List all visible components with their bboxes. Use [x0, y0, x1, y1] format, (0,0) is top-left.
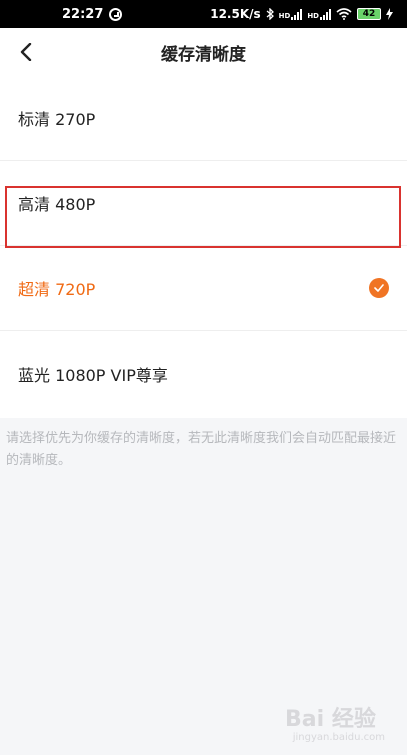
hd-label-2: HD	[307, 11, 319, 20]
watermark-sub: jingyan.baidu.com	[292, 732, 385, 743]
option-720p[interactable]: 超清 720P	[0, 246, 407, 331]
option-label: 标清 270P	[18, 110, 96, 129]
status-time: 22:27	[62, 6, 104, 22]
option-480p[interactable]: 高清 480P	[0, 161, 407, 246]
hint-text: 请选择优先为你缓存的清晰度，若无此清晰度我们会自动匹配最接近的清晰度。	[6, 431, 397, 468]
status-right: 12.5K/s HD HD 42	[210, 7, 393, 21]
option-1080p[interactable]: 蓝光 1080P VIP尊享	[0, 331, 407, 416]
bluetooth-icon	[266, 8, 274, 20]
back-button[interactable]	[6, 28, 46, 76]
option-label: 高清 480P	[18, 195, 96, 214]
status-left: 22:27	[62, 6, 123, 22]
signal-icon: HD	[278, 8, 303, 20]
check-icon	[369, 278, 389, 298]
option-label: 蓝光 1080P VIP尊享	[18, 365, 168, 385]
chevron-left-icon	[20, 43, 32, 61]
signal-icon-2: HD	[307, 8, 331, 20]
watermark-text: Bai 经验	[285, 707, 376, 732]
wifi-icon	[336, 8, 352, 20]
charging-icon	[386, 8, 393, 20]
battery-icon: 42	[357, 8, 381, 20]
option-label: 超清 720P	[18, 280, 96, 299]
watermark-logo: Bai 经验 jingyan.baidu.com	[285, 699, 385, 743]
header: 缓存清晰度	[0, 28, 407, 76]
sync-icon	[109, 7, 123, 21]
option-270p[interactable]: 标清 270P	[0, 76, 407, 161]
network-speed: 12.5K/s	[210, 7, 261, 21]
status-bar: 22:27 12.5K/s HD HD 42	[0, 0, 407, 28]
quality-options-list: 标清 270P 高清 480P 超清 720P 蓝光 1080P VIP尊享	[0, 76, 407, 418]
page-title: 缓存清晰度	[161, 44, 246, 65]
hd-label: HD	[278, 11, 291, 20]
